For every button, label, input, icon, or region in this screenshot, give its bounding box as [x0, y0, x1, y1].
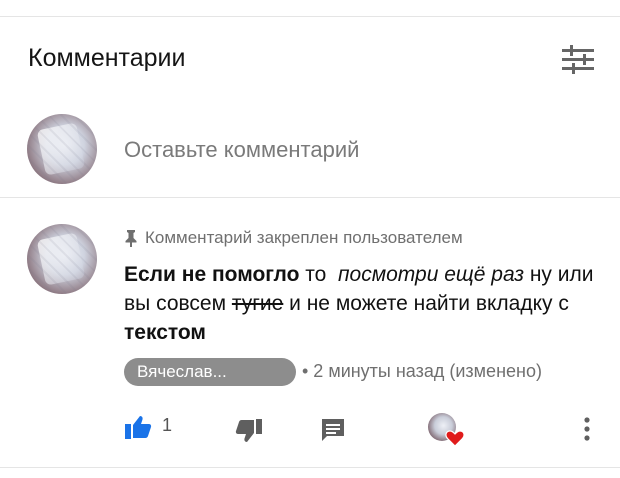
composer-divider [0, 197, 620, 198]
commenter-avatar[interactable] [27, 224, 97, 294]
comment-body: Если не помогло то посмотри ещё раз ну и… [124, 260, 594, 347]
comment-text-6: и не можете найти вкладку с [283, 292, 569, 315]
comment-text-2: то [299, 263, 338, 286]
thumbs-down-icon [235, 419, 262, 442]
more-options-button[interactable] [582, 416, 592, 447]
comment-timestamp: • 2 минуты назад (изменено) [302, 361, 542, 381]
comment-bold-2: текстом [124, 321, 206, 344]
reply-button[interactable] [320, 417, 346, 448]
comment-italic: посмотри ещё раз [337, 263, 524, 286]
heart-icon [445, 430, 465, 447]
likes-count: 1 [162, 415, 173, 435]
thumbs-up-icon [125, 416, 152, 439]
comments-header-title: Комментарии [28, 44, 186, 72]
comment-bold-1: Если не помогло [124, 263, 300, 286]
reply-comment-icon [322, 419, 344, 441]
top-divider [0, 16, 620, 17]
dislike-button[interactable] [235, 418, 263, 449]
pin-icon [125, 230, 137, 247]
author-name-chip[interactable]: Вячеслав... [124, 358, 296, 386]
pinned-text: Комментарий закреплен пользователем [145, 228, 463, 247]
current-user-avatar [27, 114, 97, 184]
sort-sliders-icon [562, 45, 594, 74]
comment-input[interactable]: Оставьте комментарий [124, 137, 359, 163]
sort-button[interactable] [560, 44, 596, 76]
comment-strikethrough: тугие [231, 292, 284, 315]
like-button[interactable] [124, 414, 152, 445]
more-vert-icon [584, 417, 590, 441]
pinned-label: Комментарий закреплен пользователем [124, 228, 463, 248]
creator-heart-button[interactable] [428, 413, 468, 449]
bottom-divider [0, 467, 620, 468]
